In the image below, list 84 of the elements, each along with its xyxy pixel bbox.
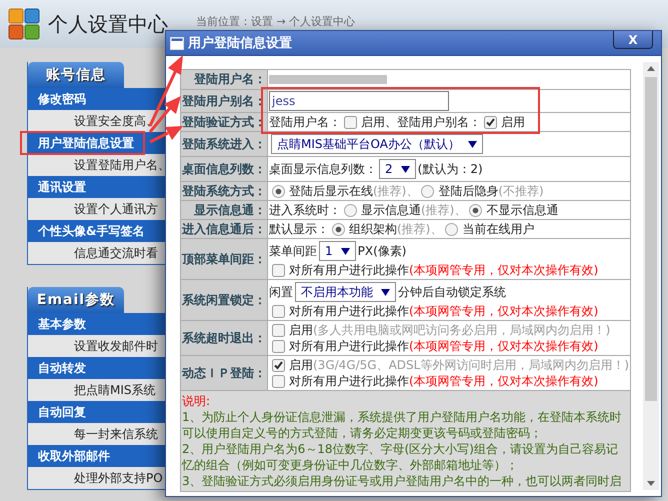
option-text: 桌面显示信息列数： [269, 161, 377, 177]
checkbox[interactable] [272, 340, 285, 352]
notes-paragraph: 1、为防止个人身份证信息泄漏，系统提供了用户登陆用户名功能，在登陆本系统时可以使用自定义号的方式登陆，请务必定期变更该号码或登陆密码； [182, 409, 623, 441]
field-label: 动态ＩＰ登陆： [180, 356, 268, 390]
warning-text: (本项网管专用，仅对本次操作有效) [409, 373, 598, 389]
hint-text: (推荐)、 [421, 202, 466, 218]
page-title: 个人设置中心 [48, 10, 168, 38]
scroll-up-icon[interactable] [647, 66, 655, 71]
option-text: 启用 [289, 357, 313, 373]
option-text: PX(像素) [358, 243, 406, 259]
caret-icon[interactable] [400, 166, 410, 172]
field-label: 显示信息通： [180, 200, 268, 220]
hint-text: (多人共用电脑或网吧访问务必启用，局域网内勿启用！) [313, 322, 610, 338]
hint-text: (推荐)、 [397, 221, 442, 237]
option-text: (默认为：2) [418, 161, 483, 177]
field-label: 登陆用户名： [180, 70, 268, 90]
window-icon [170, 36, 184, 50]
checkbox[interactable] [272, 264, 285, 276]
option-text: 组织架构 [349, 221, 397, 237]
field-label: 进入信息通后： [180, 220, 268, 238]
field-label: 登陆系统进入： [180, 132, 268, 156]
checkbox[interactable] [484, 116, 497, 128]
dialog-title: 用户登陆信息设置 [188, 34, 292, 52]
checkbox[interactable] [272, 324, 285, 336]
checkbox[interactable] [344, 116, 357, 128]
option-text: 启用 [501, 114, 525, 130]
option-text: 进入系统时： [269, 202, 341, 218]
checkbox[interactable] [272, 304, 285, 318]
logo-icon [8, 8, 40, 40]
option-text: 对所有用户进行此操作 [289, 303, 409, 319]
checkbox[interactable] [272, 358, 285, 372]
option-text: 登陆用户名： [269, 114, 341, 130]
scroll-down-icon[interactable] [647, 481, 655, 486]
option-text: 启用、 [361, 114, 397, 130]
close-button[interactable]: X [613, 31, 653, 49]
field-label: 登陆用户别名： [180, 90, 268, 112]
dropdown[interactable]: 点睛MIS基础平台OA办公（默认） [271, 134, 483, 154]
radio-button[interactable] [445, 222, 458, 236]
checkbox[interactable] [272, 374, 285, 388]
dropdown[interactable]: 1 [319, 241, 356, 261]
notes-title: 说明: [182, 393, 212, 409]
option-text: 对所有用户进行此操作 [289, 262, 409, 278]
radio-button[interactable] [344, 204, 357, 216]
option-text: 对所有用户进行此操作 [289, 338, 409, 354]
hint-text: (不推荐) [498, 183, 544, 199]
section-tab[interactable]: Email参数 [28, 287, 124, 313]
caret-icon[interactable] [381, 288, 390, 296]
option-text: 不显示信息通 [486, 202, 558, 218]
dropdown[interactable]: 2 [379, 159, 416, 179]
option-text: 当前在线用户 [462, 221, 534, 237]
caret-icon[interactable] [340, 248, 350, 254]
radio-button[interactable] [272, 184, 285, 198]
section-tab[interactable]: 账号信息 [28, 62, 124, 88]
option-text: 默认显示： [269, 221, 329, 237]
field-label: 顶部菜单间距： [180, 238, 268, 280]
radio-button[interactable] [421, 184, 434, 198]
radio-button[interactable] [469, 204, 482, 216]
breadcrumb: 当前位置：设置 → 个人设置中心 [196, 14, 356, 29]
hint-text: (3G/4G/5G、ADSL等外网访问时启用，局域网内勿启用！) [313, 357, 630, 373]
radio-button[interactable] [332, 222, 345, 236]
notes-paragraph: 2、用户登陆用户名为6～18位数字、字母(区分大小写)组合，请设置为自己容易记忆的组合（例如可变更身份证中几位数字、外部邮箱地址等）； [182, 441, 619, 473]
warning-text: (本项网管专用，仅对本次操作有效) [409, 303, 598, 319]
alias-input-field[interactable]: jess [269, 91, 449, 111]
option-text: 闲置 [269, 284, 293, 300]
option-text: 登陆后显示在线 [289, 183, 373, 199]
option-text: 显示信息通 [361, 202, 421, 218]
option-text: 菜单间距 [269, 243, 317, 259]
option-text: 启用 [289, 322, 313, 338]
warning-text: (本项网管专用，仅对本次操作有效) [409, 338, 598, 354]
field-label: 登陆系统方式： [180, 182, 268, 200]
option-text: 分钟后自动锁定系统 [398, 284, 506, 300]
scrollbar[interactable] [643, 62, 659, 490]
hint-text: (推荐)、 [373, 183, 418, 199]
option-text: 登陆用户别名： [397, 114, 481, 130]
caret-icon[interactable] [468, 140, 477, 148]
option-text: 登陆后隐身 [438, 183, 498, 199]
field-label: 系统超时退出： [180, 320, 268, 356]
field-label: 登陆验证方式： [180, 112, 268, 132]
field-label: 系统闲置锁定： [180, 280, 268, 320]
notes-paragraph: 3、登陆验证方式必须启用身份证号或用户登陆用户名中的一种，也可以两者同时启 [182, 473, 623, 489]
field-label: 桌面信息列数： [180, 156, 268, 182]
dropdown[interactable]: 不启用本功能 [295, 282, 396, 302]
warning-text: (本项网管专用，仅对本次操作有效) [409, 262, 598, 278]
option-text: 对所有用户进行此操作 [289, 373, 409, 389]
